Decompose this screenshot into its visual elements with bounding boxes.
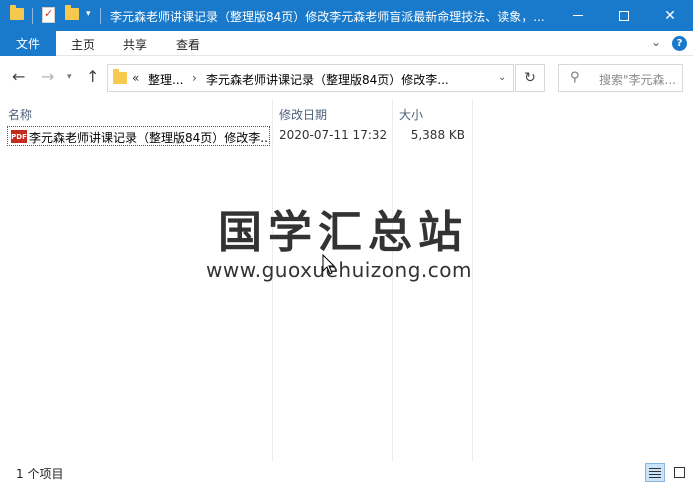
quick-access-divider — [32, 8, 33, 24]
close-button[interactable]: ✕ — [647, 0, 693, 31]
help-icon[interactable]: ? — [672, 36, 687, 51]
back-button[interactable]: ← — [12, 69, 25, 85]
details-view-button[interactable] — [645, 463, 665, 482]
minimize-button[interactable] — [555, 0, 601, 31]
refresh-button[interactable]: ↻ — [515, 64, 545, 92]
search-icon: ⚲ — [570, 70, 580, 85]
tab-home[interactable]: 主页 — [71, 36, 95, 53]
mouse-cursor-icon — [322, 254, 336, 275]
file-name: 李元森老师讲课记录（整理版84页）修改李... — [29, 131, 269, 145]
watermark-url: www.guoxuehuizong.com — [206, 258, 472, 282]
file-size: 5,388 KB — [410, 128, 465, 142]
refresh-icon: ↻ — [524, 70, 536, 86]
forward-button[interactable]: → — [41, 69, 54, 85]
file-row[interactable]: PDF 李元森老师讲课记录（整理版84页）修改李... 2020-07-11 1… — [5, 126, 472, 146]
breadcrumb-overflow[interactable]: « — [132, 71, 139, 85]
tab-file[interactable]: 文件 — [0, 31, 56, 56]
breadcrumb-item[interactable]: 整理... — [148, 71, 183, 88]
status-bar: 1 个项目 — [0, 462, 693, 485]
expand-ribbon-icon[interactable]: ⌄ — [651, 35, 661, 49]
folder-icon — [10, 5, 24, 20]
item-count: 1 个项目 — [16, 467, 64, 481]
maximize-button[interactable] — [601, 0, 647, 31]
folder-icon — [113, 69, 127, 84]
address-bar[interactable]: « 整理... › 李元森老师讲课记录（整理版84页）修改李... ⌄ — [107, 64, 514, 92]
search-placeholder: 搜索"李元森... — [599, 73, 676, 87]
tab-share[interactable]: 共享 — [123, 36, 147, 53]
customize-quick-access-icon[interactable]: ▾ — [86, 9, 91, 19]
maximize-icon — [619, 10, 629, 21]
search-input[interactable]: ⚲ 搜索"李元森... — [558, 64, 683, 92]
column-header-name[interactable]: 名称 — [8, 100, 272, 126]
new-folder-icon[interactable] — [65, 5, 79, 20]
minimize-icon — [573, 15, 583, 16]
file-modified-date: 2020-07-11 17:32 — [279, 128, 388, 142]
ribbon: 文件 主页 共享 查看 ⌄ ? — [0, 31, 693, 56]
title-bar: ▾ 李元森老师讲课记录（整理版84页）修改李元森老师盲派最新命理技法、读象，..… — [0, 0, 693, 31]
pdf-icon: PDF — [11, 130, 27, 143]
column-header-size[interactable]: 大小 — [399, 100, 472, 126]
window-title: 李元森老师讲课记录（整理版84页）修改李元森老师盲派最新命理技法、读象，... — [110, 10, 545, 24]
breadcrumb-item[interactable]: 李元森老师讲课记录（整理版84页）修改李... — [206, 71, 449, 88]
title-divider — [100, 8, 101, 24]
up-button[interactable]: ↑ — [86, 69, 99, 85]
close-icon: ✕ — [664, 7, 676, 24]
recent-locations-icon[interactable]: ▾ — [67, 73, 72, 82]
chevron-right-icon[interactable]: › — [192, 71, 197, 85]
file-name-cell[interactable]: PDF 李元森老师讲课记录（整理版84页）修改李... — [7, 126, 270, 146]
chevron-down-icon[interactable]: ⌄ — [498, 72, 506, 83]
properties-icon[interactable] — [42, 7, 55, 23]
tiles-icon — [673, 467, 685, 478]
column-header-date[interactable]: 修改日期 — [279, 100, 392, 126]
watermark-title: 国学汇总站 — [218, 207, 468, 258]
large-icons-view-button[interactable] — [669, 463, 689, 482]
tab-view[interactable]: 查看 — [176, 36, 200, 53]
navigation-bar: ← → ▾ ↑ « 整理... › 李元森老师讲课记录（整理版84页）修改李..… — [0, 57, 693, 99]
column-divider[interactable] — [472, 100, 473, 462]
